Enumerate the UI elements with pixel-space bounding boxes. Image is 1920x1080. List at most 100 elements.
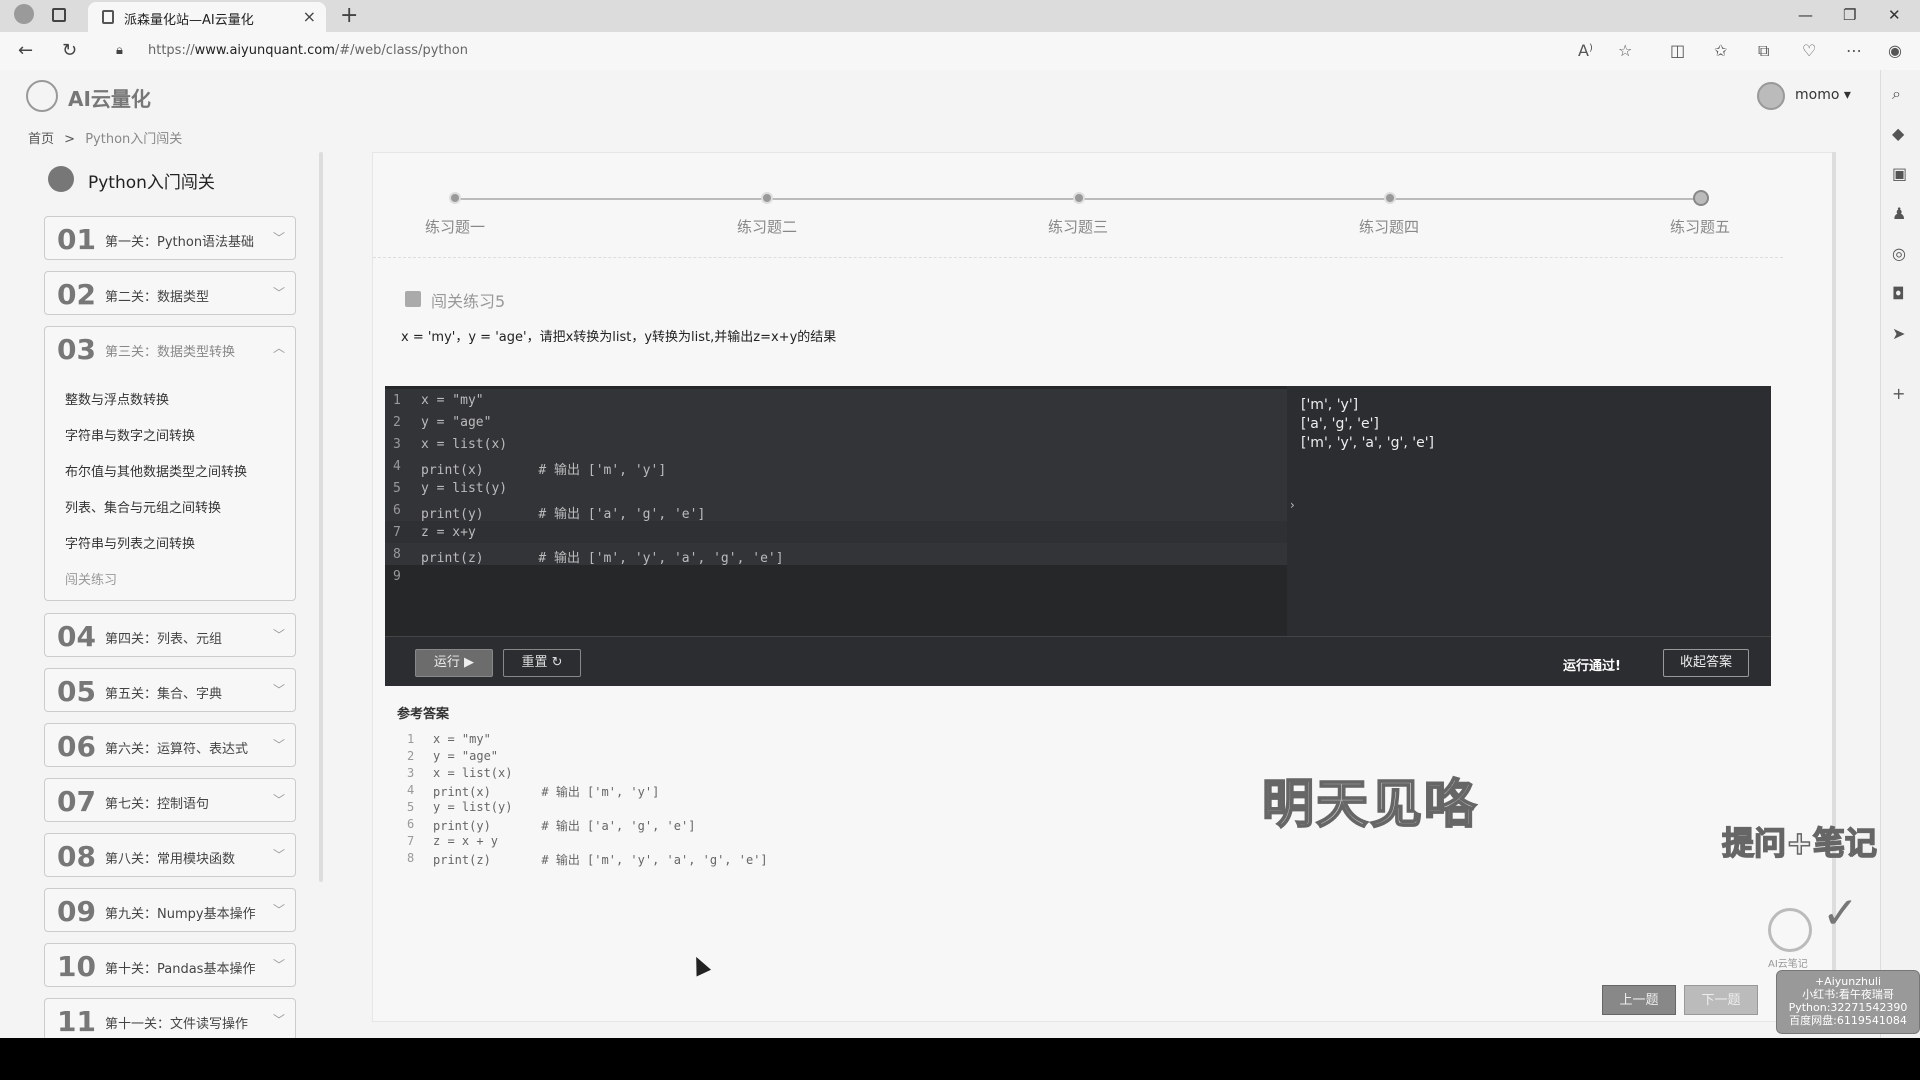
site-logo-text[interactable]: AI云量化 <box>68 83 151 112</box>
browser-address-bar: ← ↻ 🔒︎ https://www.aiyunquant.com/#/web/… <box>0 32 1920 70</box>
close-window-icon[interactable]: ✕ <box>1888 6 1901 24</box>
new-tab-icon[interactable]: + <box>340 3 358 28</box>
code-text: y = "age" <box>421 415 492 430</box>
line-number: 8 <box>407 851 415 865</box>
user-menu[interactable]: momo ▾ <box>1795 87 1851 103</box>
step-label-5[interactable]: 练习题五 <box>1670 216 1730 237</box>
code-line[interactable]: 3 x = list(x) <box>385 433 1287 455</box>
code-line[interactable]: 8 print(z) # 输出 ['m', 'y', 'a', 'g', 'e'] <box>385 543 1287 566</box>
level-11[interactable]: 11 第十一关：文件读写操作 ﹀ <box>44 998 296 1038</box>
profile-icon[interactable] <box>14 4 34 24</box>
outlook-icon[interactable]: ◘ <box>1892 284 1905 303</box>
code-line[interactable]: 4 print(x) # 输出 ['m', 'y'] <box>385 455 1287 478</box>
copilot-icon[interactable]: ◉ <box>1888 41 1902 60</box>
level-03[interactable]: 03 第三关：数据类型转换 ︿ 整数与浮点数转换 字符串与数字之间转换 布尔值与… <box>44 326 296 601</box>
split-handle-icon[interactable]: › <box>1290 498 1295 512</box>
add-panel-icon[interactable]: + <box>1892 384 1905 403</box>
course-sidebar: Python入门闯关 01 第一关：Python语法基础 ﹀ 02 第二关：数据… <box>30 158 302 1038</box>
collections-icon[interactable]: ⧉ <box>1758 41 1769 61</box>
sub-item-practice[interactable]: 闯关练习 <box>65 569 117 588</box>
line-number: 4 <box>407 783 415 797</box>
sidebar-scrollbar[interactable] <box>319 152 323 882</box>
level-08[interactable]: 08 第八关：常用模块函数 ﹀ <box>44 833 296 877</box>
level-02[interactable]: 02 第二关：数据类型 ﹀ <box>44 271 296 315</box>
level-10[interactable]: 10 第十关：Pandas基本操作 ﹀ <box>44 943 296 987</box>
favorite-star-icon[interactable]: ☆ <box>1618 41 1632 60</box>
step-dot-1[interactable] <box>449 192 461 204</box>
sub-item-str-list[interactable]: 字符串与列表之间转换 <box>65 533 195 552</box>
level-01[interactable]: 01 第一关：Python语法基础 ﹀ <box>44 216 296 260</box>
step-label-3[interactable]: 练习题三 <box>1048 216 1108 237</box>
sub-item-bool[interactable]: 布尔值与其他数据类型之间转换 <box>65 461 247 480</box>
breadcrumb-home[interactable]: 首页 <box>28 132 54 147</box>
favorites-icon[interactable]: ✩ <box>1714 41 1727 60</box>
site-logo-icon[interactable] <box>26 80 58 112</box>
tab-close-icon[interactable]: × <box>303 7 316 26</box>
toolbox-icon[interactable]: ▣ <box>1892 164 1907 183</box>
divider <box>373 257 1783 258</box>
browser-essentials-icon[interactable]: ♡ <box>1802 41 1816 60</box>
tab-title: 派森量化站—AI云量化 <box>124 13 254 28</box>
read-aloud-icon[interactable]: A⁾ <box>1578 41 1593 60</box>
level-09[interactable]: 09 第九关：Numpy基本操作 ﹀ <box>44 888 296 932</box>
level-06[interactable]: 06 第六关：运算符、表达式 ﹀ <box>44 723 296 767</box>
run-button[interactable]: 运行 ▶ <box>415 649 493 677</box>
next-question-button[interactable]: 下一题 <box>1684 985 1758 1015</box>
reset-button[interactable]: 重置 ↻ <box>503 649 581 677</box>
browser-tab[interactable]: 派森量化站—AI云量化 × <box>88 2 326 32</box>
code-line[interactable]: 7 z = x+y <box>385 521 1287 543</box>
level-name: 第一关：Python语法基础 <box>105 235 255 250</box>
code-text: x = list(x) <box>433 766 513 780</box>
prev-question-button[interactable]: 上一题 <box>1602 985 1676 1015</box>
code-line[interactable]: 9 <box>385 565 1287 587</box>
step-label-1[interactable]: 练习题一 <box>425 216 485 237</box>
level-number: 10 <box>57 950 96 983</box>
sub-item-int-float[interactable]: 整数与浮点数转换 <box>65 389 169 408</box>
sub-item-str-num[interactable]: 字符串与数字之间转换 <box>65 425 195 444</box>
step-label-4[interactable]: 练习题四 <box>1359 216 1419 237</box>
chevron-down-icon: ﹀ <box>272 683 285 697</box>
step-dot-4[interactable] <box>1384 192 1396 204</box>
person-icon[interactable]: ♟ <box>1892 204 1906 223</box>
overlay-caption: 明天见咯 <box>1261 774 1479 836</box>
code-line[interactable]: 1 x = "my" <box>385 389 1287 411</box>
code-line[interactable]: 5 y = list(y) <box>385 477 1287 499</box>
level-number: 04 <box>57 620 96 653</box>
hide-answer-button[interactable]: 收起答案 <box>1663 649 1749 677</box>
refresh-icon[interactable]: ↻ <box>62 40 77 61</box>
workspaces-icon[interactable] <box>52 8 66 22</box>
more-menu-icon[interactable]: ⋯ <box>1846 41 1862 60</box>
reference-line: 8 print(z) # 输出 ['m', 'y', 'a', 'g', 'e'] <box>397 848 997 868</box>
ai-note-logo-icon <box>1768 908 1812 952</box>
step-dot-3[interactable] <box>1073 192 1085 204</box>
level-04[interactable]: 04 第四关：列表、元组 ﹀ <box>44 613 296 657</box>
level-name: 第七关：控制语句 <box>105 797 210 812</box>
send-icon[interactable]: ➤ <box>1892 324 1905 343</box>
restore-icon[interactable]: ❐ <box>1843 6 1856 24</box>
level-number: 09 <box>57 895 96 928</box>
level-07[interactable]: 07 第七关：控制语句 ﹀ <box>44 778 296 822</box>
line-number: 4 <box>393 459 401 474</box>
level-05[interactable]: 05 第五关：集合、字典 ﹀ <box>44 668 296 712</box>
code-line[interactable]: 6 print(y) # 输出 ['a', 'g', 'e'] <box>385 499 1287 522</box>
step-dot-5[interactable] <box>1693 190 1709 206</box>
back-icon[interactable]: ← <box>18 40 33 61</box>
office-icon[interactable]: ◎ <box>1892 244 1906 263</box>
watermark-line: 百度网盘:6119541084 <box>1789 1014 1907 1027</box>
code-line[interactable]: 2 y = "age" <box>385 411 1287 433</box>
code-input-area[interactable]: 1 x = "my" 2 y = "age" 3 x = list(x) 4 print… <box>385 386 1287 636</box>
sub-item-list-set-tuple[interactable]: 列表、集合与元组之间转换 <box>65 497 221 516</box>
step-dot-2[interactable] <box>761 192 773 204</box>
url-field[interactable]: https://www.aiyunquant.com/#/web/class/p… <box>148 43 468 58</box>
tag-icon[interactable]: ◆ <box>1892 124 1904 143</box>
code-text: x = "my" <box>421 393 484 408</box>
step-label-2[interactable]: 练习题二 <box>737 216 797 237</box>
search-icon[interactable]: ⌕ <box>1892 84 1901 104</box>
level-number: 07 <box>57 785 96 818</box>
minimize-icon[interactable]: — <box>1798 6 1813 24</box>
output-line: ['a', 'g', 'e'] <box>1301 416 1379 432</box>
edit-icon <box>405 291 421 307</box>
split-screen-icon[interactable]: ◫ <box>1670 41 1685 60</box>
avatar[interactable] <box>1757 82 1785 110</box>
level-number: 11 <box>57 1005 96 1038</box>
